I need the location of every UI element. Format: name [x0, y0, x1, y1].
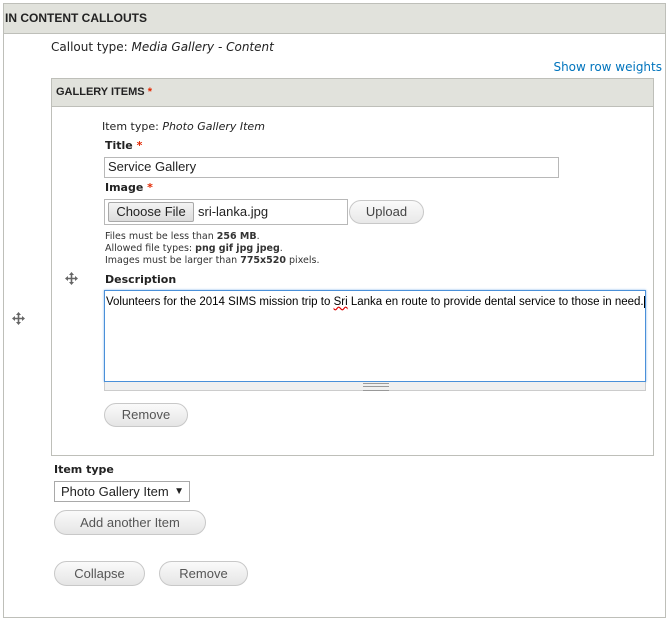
- gallery-items-title: GALLERY ITEMS: [56, 86, 145, 98]
- title-label: Title *: [105, 139, 142, 152]
- help-size-value: 256 MB: [216, 231, 257, 242]
- collapse-button[interactable]: Collapse: [54, 561, 145, 586]
- drag-handle-icon[interactable]: [12, 312, 25, 325]
- drag-handle-icon[interactable]: [65, 272, 78, 285]
- description-label: Description: [105, 273, 177, 286]
- remove-item-button[interactable]: Remove: [104, 403, 188, 427]
- choose-file-button[interactable]: Choose File: [108, 202, 194, 222]
- help-dims-suffix: pixels.: [286, 255, 320, 266]
- file-size-help: Files must be less than 256 MB.: [105, 231, 260, 242]
- help-types-value: png gif jpg jpeg: [195, 243, 280, 254]
- image-label: Image *: [105, 181, 153, 194]
- item-type-value: Photo Gallery Item: [162, 120, 265, 133]
- callout-type-line: Callout type: Media Gallery - Content: [51, 40, 274, 54]
- upload-button[interactable]: Upload: [349, 200, 424, 224]
- image-label-text: Image: [105, 181, 144, 194]
- panel-title: IN CONTENT CALLOUTS: [4, 4, 665, 34]
- remove-callout-button[interactable]: Remove: [159, 561, 248, 586]
- item-type-select[interactable]: Photo Gallery Item ▼: [54, 481, 190, 502]
- description-textarea[interactable]: Volunteers for the 2014 SIMS mission tri…: [104, 290, 646, 382]
- dropdown-arrow-icon: ▼: [174, 486, 184, 497]
- required-marker: *: [147, 86, 152, 98]
- title-label-text: Title: [105, 139, 133, 152]
- help-types-prefix: Allowed file types:: [105, 243, 196, 254]
- required-marker: *: [147, 181, 153, 194]
- description-text-start: Volunteers for the 2014 SIMS mission tri…: [106, 296, 334, 308]
- description-misspelled-word: Sri: [333, 296, 348, 308]
- callout-type-label: Callout type:: [51, 40, 128, 54]
- item-type-select-label: Item type: [54, 463, 114, 476]
- help-dims-value: 775x520: [240, 255, 286, 266]
- item-type-label: Item type:: [102, 120, 159, 133]
- show-row-weights-link[interactable]: Show row weights: [553, 60, 662, 74]
- title-input[interactable]: Service Gallery: [104, 157, 559, 178]
- selected-file-name: sri-lanka.jpg: [198, 204, 269, 219]
- textarea-resize-grip[interactable]: [104, 382, 646, 391]
- help-size-prefix: Files must be less than: [105, 231, 217, 242]
- required-marker: *: [136, 139, 143, 152]
- gallery-items-fieldset: GALLERY ITEMS *: [51, 78, 654, 456]
- item-type-selected-value: Photo Gallery Item: [61, 484, 169, 499]
- gallery-items-header: GALLERY ITEMS *: [52, 79, 653, 107]
- file-types-help: Allowed file types: png gif jpg jpeg.: [105, 243, 283, 254]
- add-another-item-button[interactable]: Add another Item: [54, 510, 206, 535]
- help-dims-prefix: Images must be larger than: [105, 255, 241, 266]
- image-file-input[interactable]: Choose File sri-lanka.jpg: [104, 199, 348, 225]
- callout-type-value: Media Gallery - Content: [131, 40, 274, 54]
- item-type-line: Item type: Photo Gallery Item: [102, 120, 265, 133]
- image-dimensions-help: Images must be larger than 775x520 pixel…: [105, 255, 319, 266]
- grip-lines-icon: [363, 383, 389, 391]
- text-cursor: [643, 296, 645, 308]
- description-text-end: Lanka en route to provide dental service…: [347, 296, 644, 308]
